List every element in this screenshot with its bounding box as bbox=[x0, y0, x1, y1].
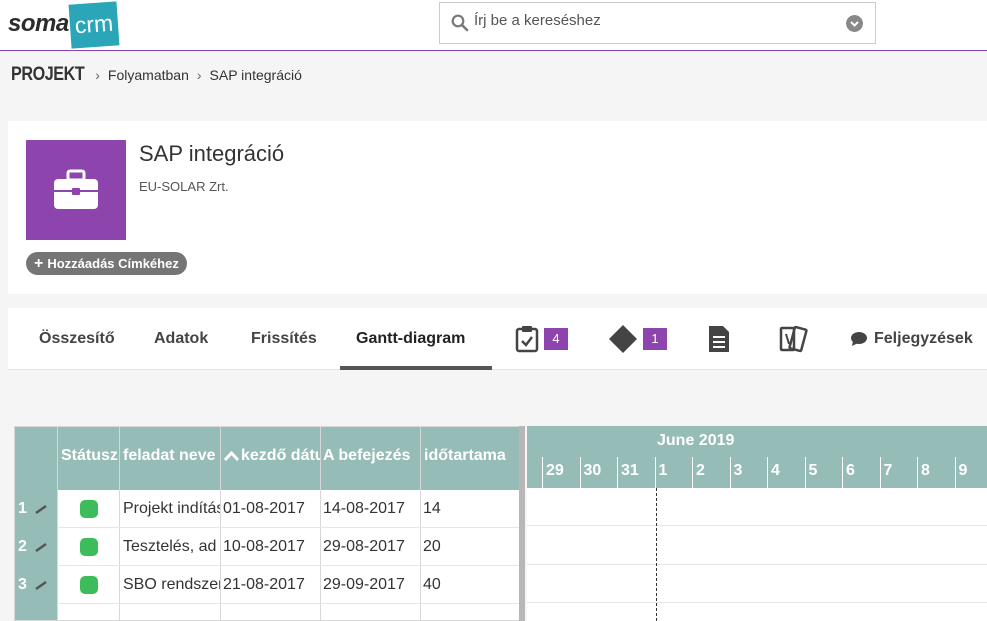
status-indicator bbox=[80, 538, 98, 556]
cell-start-date: 01-08-2017 bbox=[223, 500, 305, 517]
status-indicator bbox=[80, 500, 98, 518]
cell-duration: 14 bbox=[423, 500, 441, 517]
tab-cards[interactable] bbox=[778, 308, 808, 370]
gantt-header: June 2019 29 30 31 1 2 3 4 5 6 7 8 9 bbox=[527, 426, 987, 488]
table-row-empty bbox=[15, 604, 523, 620]
gantt-row bbox=[527, 527, 987, 565]
cell-end-date: 29-08-2017 bbox=[323, 538, 405, 555]
milestones-count-badge: 1 bbox=[643, 328, 667, 350]
tab-data[interactable]: Adatok bbox=[154, 308, 208, 370]
day-label: 5 bbox=[804, 457, 843, 488]
today-marker bbox=[656, 488, 657, 621]
cell-duration: 40 bbox=[423, 576, 441, 593]
breadcrumb-root[interactable]: PROJEKT bbox=[11, 64, 85, 86]
table-row[interactable]: 1 Projekt indítás 01-08-2017 14-08-2017 … bbox=[15, 490, 523, 528]
gantt-chart: June 2019 29 30 31 1 2 3 4 5 6 7 8 9 bbox=[527, 426, 987, 621]
document-icon bbox=[709, 326, 729, 352]
breadcrumb: PROJEKT › Folyamatban › SAP integráció bbox=[11, 64, 302, 86]
search-box[interactable] bbox=[439, 2, 876, 44]
cell-task-name: Tesztelés, ad bbox=[123, 538, 217, 555]
logo-badge: crm bbox=[68, 1, 120, 49]
status-indicator bbox=[80, 576, 98, 594]
search-icon bbox=[451, 14, 469, 32]
pencil-icon[interactable] bbox=[34, 542, 48, 552]
tab-summary[interactable]: Összesítő bbox=[39, 308, 115, 370]
row-number: 3 bbox=[15, 566, 57, 604]
cards-icon bbox=[779, 325, 808, 353]
row-number bbox=[15, 604, 57, 620]
table-row[interactable]: 3 SBO rendszer 21-08-2017 29-09-2017 40 bbox=[15, 566, 523, 604]
chevron-right-icon: › bbox=[196, 67, 202, 83]
plus-icon: + bbox=[34, 254, 44, 272]
page-title: SAP integráció bbox=[139, 141, 285, 166]
tab-notes[interactable]: Feljegyzések bbox=[850, 308, 973, 370]
gantt-row bbox=[527, 488, 987, 526]
cell-end-date: 29-09-2017 bbox=[323, 576, 405, 593]
tab-tasks[interactable]: 4 bbox=[515, 308, 568, 370]
notes-label: Feljegyzések bbox=[874, 330, 973, 347]
logo[interactable]: soma crm bbox=[8, 1, 120, 49]
row-number: 1 bbox=[15, 490, 57, 528]
month-label: June 2019 bbox=[657, 432, 735, 449]
sort-up-icon bbox=[224, 451, 239, 461]
header-task-name[interactable]: feladat neve bbox=[123, 447, 220, 465]
add-tag-button[interactable]: + Hozzáadás Címkéhez bbox=[26, 252, 187, 275]
day-label: 2 bbox=[692, 457, 730, 488]
chevron-right-icon: › bbox=[95, 67, 100, 83]
gantt-row bbox=[527, 565, 987, 603]
breadcrumb-item[interactable]: Folyamatban bbox=[108, 67, 189, 83]
header-duration[interactable]: időtartama bbox=[424, 447, 523, 465]
day-label: 29 bbox=[542, 457, 580, 488]
tab-bar: Összesítő Adatok Frissítés Gantt-diagram… bbox=[8, 308, 987, 370]
chevron-down-icon[interactable] bbox=[846, 15, 863, 32]
cell-end-date: 14-08-2017 bbox=[323, 500, 405, 517]
day-label: 8 bbox=[917, 457, 955, 488]
briefcase-icon bbox=[54, 169, 98, 209]
pencil-icon[interactable] bbox=[34, 504, 48, 514]
top-bar: soma crm bbox=[0, 0, 987, 51]
day-label: 6 bbox=[842, 457, 880, 488]
active-tab-indicator bbox=[340, 366, 492, 370]
pencil-icon[interactable] bbox=[34, 580, 48, 590]
diamond-icon bbox=[609, 325, 637, 353]
project-avatar bbox=[26, 140, 126, 240]
search-input[interactable] bbox=[474, 12, 834, 29]
comment-icon bbox=[851, 332, 867, 346]
add-tag-label: Hozzáadás Címkéhez bbox=[47, 256, 179, 271]
cell-start-date: 10-08-2017 bbox=[223, 538, 305, 555]
cell-start-date: 21-08-2017 bbox=[223, 576, 305, 593]
cell-task-name: Projekt indítás bbox=[123, 500, 220, 517]
header-start-label: kezdő dátum bbox=[241, 447, 320, 464]
tasks-count-badge: 4 bbox=[544, 328, 568, 350]
cell-duration: 20 bbox=[423, 538, 441, 555]
logo-text: soma bbox=[8, 10, 69, 37]
header-end-date[interactable]: A befejezés bbox=[323, 447, 420, 465]
task-grid: Státusz feladat neve kezdő dátum A befej… bbox=[14, 426, 524, 621]
header-start-date[interactable]: kezdő dátum bbox=[224, 447, 320, 465]
project-header: SAP integráció EU-SOLAR Zrt. + Hozzáadás… bbox=[8, 121, 987, 294]
day-label: 7 bbox=[879, 457, 918, 488]
row-number: 2 bbox=[15, 528, 57, 566]
day-label: 30 bbox=[579, 457, 618, 488]
table-row[interactable]: 2 Tesztelés, ad 10-08-2017 29-08-2017 20 bbox=[15, 528, 523, 566]
breadcrumb-item: SAP integráció bbox=[209, 67, 302, 83]
company-link[interactable]: EU-SOLAR Zrt. bbox=[139, 179, 229, 194]
tab-milestones[interactable]: 1 bbox=[608, 308, 667, 370]
day-label: 1 bbox=[654, 457, 693, 488]
header-status[interactable]: Státusz bbox=[61, 447, 119, 465]
grid-resize-handle[interactable] bbox=[519, 426, 525, 621]
day-label: 9 bbox=[954, 457, 987, 488]
tab-updates[interactable]: Frissítés bbox=[251, 308, 317, 370]
day-label: 4 bbox=[767, 457, 805, 488]
cell-task-name: SBO rendszer bbox=[123, 576, 220, 593]
tab-documents[interactable] bbox=[708, 308, 730, 370]
day-label: 3 bbox=[729, 457, 768, 488]
tab-gantt[interactable]: Gantt-diagram bbox=[356, 308, 465, 370]
day-label: 31 bbox=[617, 457, 655, 488]
clipboard-check-icon bbox=[515, 326, 539, 353]
